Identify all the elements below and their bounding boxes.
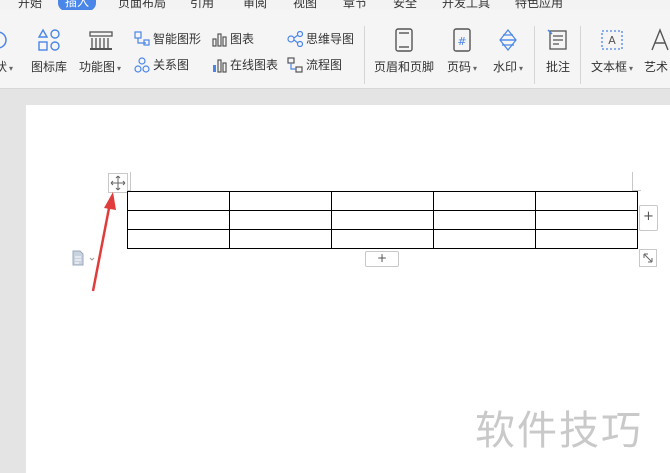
watermark-text: 软件技巧 [475, 408, 643, 454]
